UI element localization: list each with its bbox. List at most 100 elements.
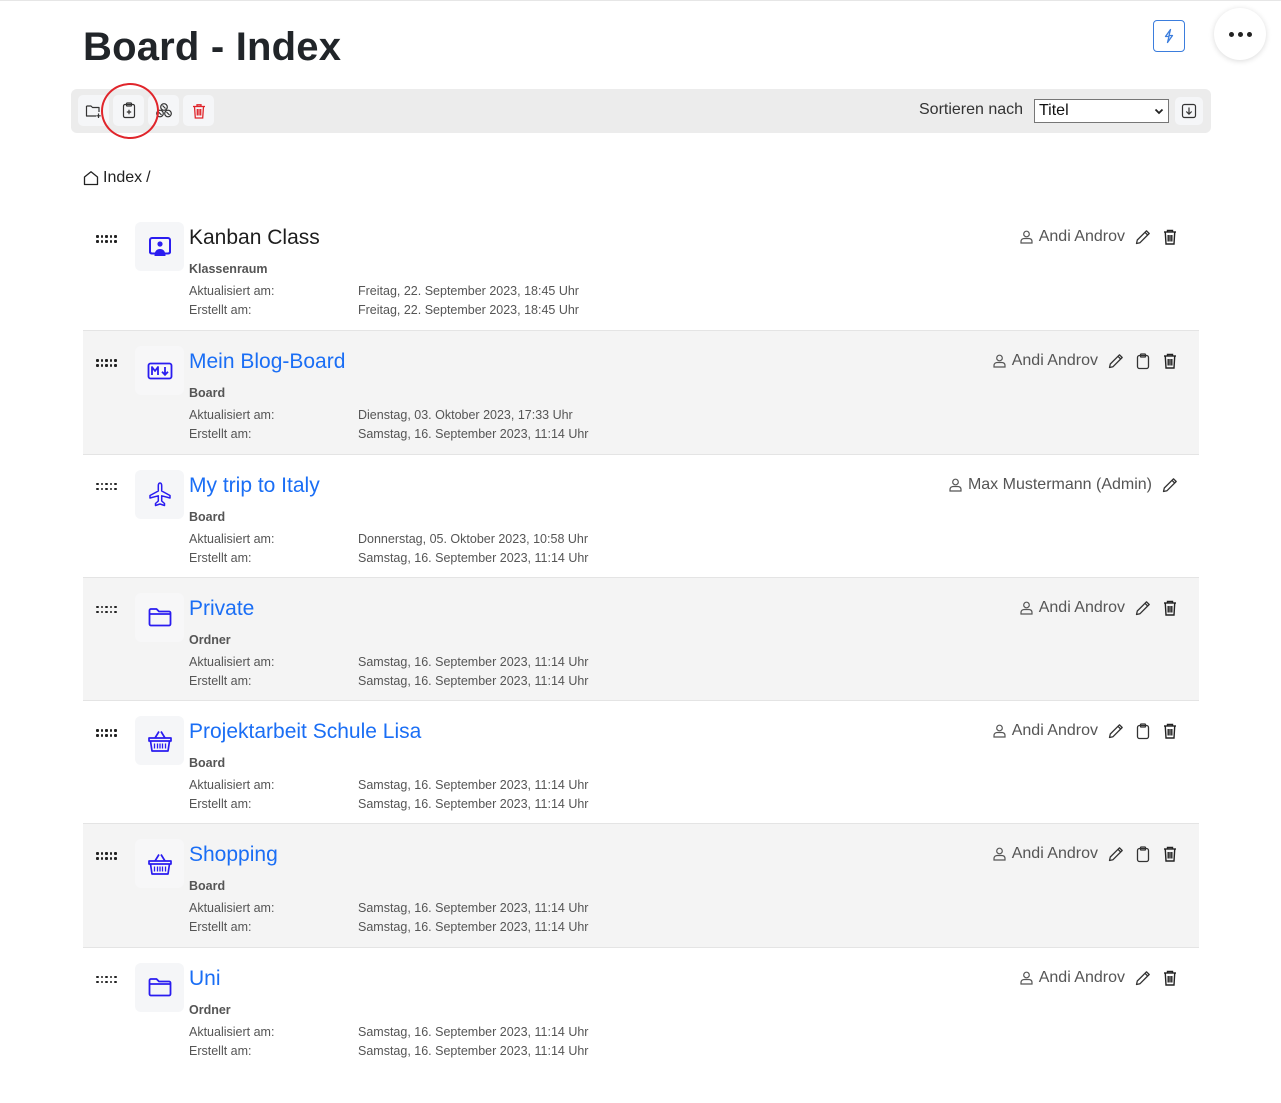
item-title[interactable]: Uni xyxy=(189,967,221,991)
delete-button[interactable] xyxy=(1161,351,1179,371)
copy-button[interactable] xyxy=(1134,351,1152,371)
updated-label: Aktualisiert am: xyxy=(189,408,275,423)
boxes-icon xyxy=(155,103,172,118)
list-item: Kanban Class Klassenraum Aktualisiert am… xyxy=(83,207,1199,330)
updated-value: Samstag, 16. September 2023, 11:14 Uhr xyxy=(358,778,589,793)
list-item: Uni Ordner Aktualisiert am: Samstag, 16.… xyxy=(83,946,1199,1070)
owner-name: Andi Androv xyxy=(1038,228,1125,245)
user-icon xyxy=(1020,230,1033,244)
edit-button[interactable] xyxy=(1161,475,1179,495)
pencil-icon xyxy=(1108,724,1123,739)
drag-handle-icon[interactable] xyxy=(96,729,118,738)
new-folder-button[interactable] xyxy=(78,95,109,126)
updated-value: Samstag, 16. September 2023, 11:14 Uhr xyxy=(358,1024,589,1039)
clipboard-icon xyxy=(1136,353,1150,369)
trash-icon xyxy=(192,103,205,119)
updated-label: Aktualisiert am: xyxy=(189,1024,275,1039)
drag-handle-icon[interactable] xyxy=(96,852,118,861)
edit-button[interactable] xyxy=(1134,227,1152,247)
new-board-button[interactable] xyxy=(113,95,144,126)
home-icon[interactable] xyxy=(83,170,99,186)
user-icon xyxy=(1020,601,1033,615)
drag-handle-icon[interactable] xyxy=(96,359,118,368)
markdown-icon xyxy=(147,362,172,380)
lightning-icon xyxy=(1164,28,1174,44)
item-type: Board xyxy=(189,386,226,401)
updated-value: Samstag, 16. September 2023, 11:14 Uhr xyxy=(358,901,589,916)
edit-button[interactable] xyxy=(1107,844,1125,864)
item-title[interactable]: Projektarbeit Schule Lisa xyxy=(189,720,421,744)
trash-icon xyxy=(1164,847,1176,863)
item-title[interactable]: Mein Blog-Board xyxy=(189,350,345,374)
user-icon xyxy=(993,724,1006,738)
dot xyxy=(1237,31,1243,37)
owner-name: Andi Androv xyxy=(1011,352,1098,370)
item-icon-tile xyxy=(135,839,184,889)
sort-label: Sortieren nach xyxy=(919,101,1024,118)
list-item: Mein Blog-Board Board Aktualisiert am: D… xyxy=(83,330,1199,454)
quick-action-button[interactable] xyxy=(1153,20,1185,52)
copy-button[interactable] xyxy=(1134,844,1152,864)
trash-icon xyxy=(1164,723,1176,739)
pencil-icon xyxy=(1108,847,1123,862)
edit-button[interactable] xyxy=(1107,721,1125,741)
updated-value: Dienstag, 03. Oktober 2023, 17:33 Uhr xyxy=(358,408,573,423)
created-value: Samstag, 16. September 2023, 11:14 Uhr xyxy=(358,427,589,442)
sort-direction-button[interactable] xyxy=(1175,97,1203,125)
drag-handle-icon[interactable] xyxy=(96,975,118,985)
item-type: Ordner xyxy=(189,1002,231,1017)
edit-button[interactable] xyxy=(1134,598,1152,618)
drag-handle-icon[interactable] xyxy=(96,235,118,244)
item-title[interactable]: Private xyxy=(189,597,254,621)
dot xyxy=(1228,31,1234,37)
drag-handle-icon[interactable] xyxy=(96,605,118,615)
item-icon-tile xyxy=(135,469,184,519)
item-icon-tile xyxy=(135,346,184,396)
delete-button[interactable] xyxy=(1161,968,1179,988)
sort-select[interactable]: Titel xyxy=(1034,99,1169,123)
list-item: Private Ordner Aktualisiert am: Samstag,… xyxy=(83,576,1199,701)
owner-name: Andi Androv xyxy=(1038,598,1125,616)
created-value: Samstag, 16. September 2023, 11:14 Uhr xyxy=(358,920,589,935)
item-title[interactable]: Shopping xyxy=(189,843,278,867)
list-item: Shopping Board Aktualisiert am: Samstag,… xyxy=(83,823,1199,947)
owner: Andi Androv xyxy=(1020,599,1125,617)
item-icon-tile xyxy=(135,716,184,766)
delete-button[interactable] xyxy=(1161,844,1179,864)
sort-descending-icon xyxy=(1181,103,1197,119)
delete-button[interactable] xyxy=(1161,227,1179,247)
edit-button[interactable] xyxy=(1134,968,1152,988)
clipboard-icon xyxy=(1136,846,1150,863)
more-menu-button[interactable] xyxy=(1214,8,1266,60)
updated-label: Aktualisiert am: xyxy=(189,778,275,793)
trash-icon xyxy=(1164,354,1176,369)
delete-button[interactable] xyxy=(1161,721,1179,741)
item-icon-tile xyxy=(135,962,184,1012)
created-label: Erstellt am: xyxy=(189,673,252,688)
item-actions: Andi Androv xyxy=(1020,227,1179,247)
copy-button[interactable] xyxy=(1134,721,1152,741)
edit-button[interactable] xyxy=(1107,351,1125,371)
item-title[interactable]: My trip to Italy xyxy=(189,474,320,498)
updated-label: Aktualisiert am: xyxy=(189,901,275,916)
clipboard-icon xyxy=(1136,723,1150,739)
created-label: Erstellt am: xyxy=(189,303,252,317)
drag-handle-icon[interactable] xyxy=(96,482,118,492)
owner: Andi Androv xyxy=(993,845,1098,863)
item-actions: Andi Androv xyxy=(1020,598,1179,618)
item-actions: Andi Androv xyxy=(993,721,1179,741)
created-value: Samstag, 16. September 2023, 11:14 Uhr xyxy=(358,550,589,565)
pencil-icon xyxy=(1135,601,1150,616)
list-item: My trip to Italy Board Aktualisiert am: … xyxy=(83,453,1199,577)
trash-button[interactable] xyxy=(183,95,214,126)
owner-name: Andi Androv xyxy=(1011,722,1098,740)
item-title[interactable]: Kanban Class xyxy=(189,226,320,250)
delete-button[interactable] xyxy=(1161,598,1179,618)
owner-name: Max Mustermann (Admin) xyxy=(967,475,1152,493)
folder-icon xyxy=(148,978,171,997)
basket-icon xyxy=(147,730,172,752)
templates-button[interactable] xyxy=(148,95,179,126)
breadcrumb-item-index[interactable]: Index xyxy=(103,169,142,187)
created-value: Samstag, 16. September 2023, 11:14 Uhr xyxy=(358,797,589,812)
user-icon xyxy=(993,848,1006,862)
